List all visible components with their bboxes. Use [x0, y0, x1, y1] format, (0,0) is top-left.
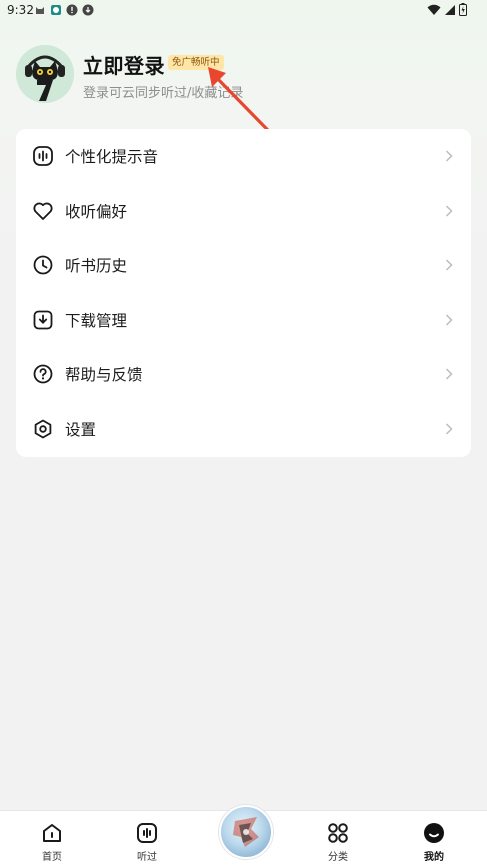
profile-icon	[424, 823, 444, 843]
wifi-icon	[427, 4, 441, 15]
heart-icon	[33, 202, 53, 220]
download-notification-icon	[82, 4, 94, 16]
tab-profile[interactable]: 我的	[404, 811, 464, 867]
settings-icon	[34, 419, 52, 439]
tab-label: 分类	[328, 852, 348, 863]
chevron-right-icon	[445, 313, 453, 326]
download-icon	[33, 310, 53, 329]
status-bar: 9:32	[0, 0, 487, 22]
menu-item-label: 设置	[65, 421, 97, 439]
menu-item-history[interactable]: 听书历史	[16, 238, 471, 292]
clock-icon	[33, 255, 53, 275]
menu-card: 个性化提示音 收听偏好 听书历史 下载管理 帮助与反馈 设置	[16, 129, 471, 457]
album-art-icon	[233, 817, 259, 847]
chevron-right-icon	[445, 368, 453, 380]
menu-item-download-manager[interactable]: 下载管理	[16, 293, 471, 347]
home-icon	[43, 824, 61, 842]
tab-label: 首页	[42, 852, 62, 863]
menu-item-settings[interactable]: 设置	[16, 402, 471, 456]
avatar[interactable]	[16, 45, 74, 103]
cat-notification-icon	[36, 7, 44, 14]
status-time: 9:32	[7, 3, 34, 17]
menu-item-label: 个性化提示音	[65, 148, 159, 166]
app-notification-icon	[51, 5, 61, 15]
login-subtitle: 登录可云同步听过/收藏记录	[83, 86, 244, 101]
menu-item-label: 听书历史	[65, 257, 128, 275]
status-notification-icons	[34, 4, 94, 16]
ad-free-badge: 免广畅听中	[168, 55, 224, 70]
chevron-right-icon	[445, 259, 453, 271]
tab-category[interactable]: 分类	[308, 811, 368, 867]
tab-label: 听过	[137, 852, 157, 863]
menu-item-label: 帮助与反馈	[65, 366, 143, 384]
menu-item-label: 下载管理	[65, 311, 128, 330]
chevron-right-icon	[445, 204, 453, 217]
status-system-icons	[427, 3, 467, 16]
chevron-right-icon	[445, 150, 453, 162]
login-title[interactable]: 立即登录	[83, 50, 165, 79]
category-icon	[328, 823, 348, 843]
cat-avatar-icon	[16, 45, 74, 103]
tab-label: 我的	[424, 852, 444, 863]
menu-item-listening-preference[interactable]: 收听偏好	[16, 184, 471, 238]
battery-icon	[459, 3, 467, 16]
menu-item-label: 收听偏好	[65, 202, 128, 221]
now-playing-disc[interactable]	[219, 805, 273, 859]
listened-icon	[137, 823, 157, 843]
menu-item-notification-sound[interactable]: 个性化提示音	[16, 129, 471, 183]
menu-item-help-feedback[interactable]: 帮助与反馈	[16, 347, 471, 401]
tab-home[interactable]: 首页	[22, 811, 82, 867]
chevron-right-icon	[445, 423, 453, 435]
alert-notification-icon	[66, 4, 78, 16]
help-icon	[33, 364, 53, 384]
profile-header[interactable]: 立即登录 免广畅听中 登录可云同步听过/收藏记录	[16, 45, 476, 105]
signal-icon	[445, 4, 455, 15]
sound-wave-icon	[33, 146, 53, 166]
tab-listened[interactable]: 听过	[117, 811, 177, 867]
